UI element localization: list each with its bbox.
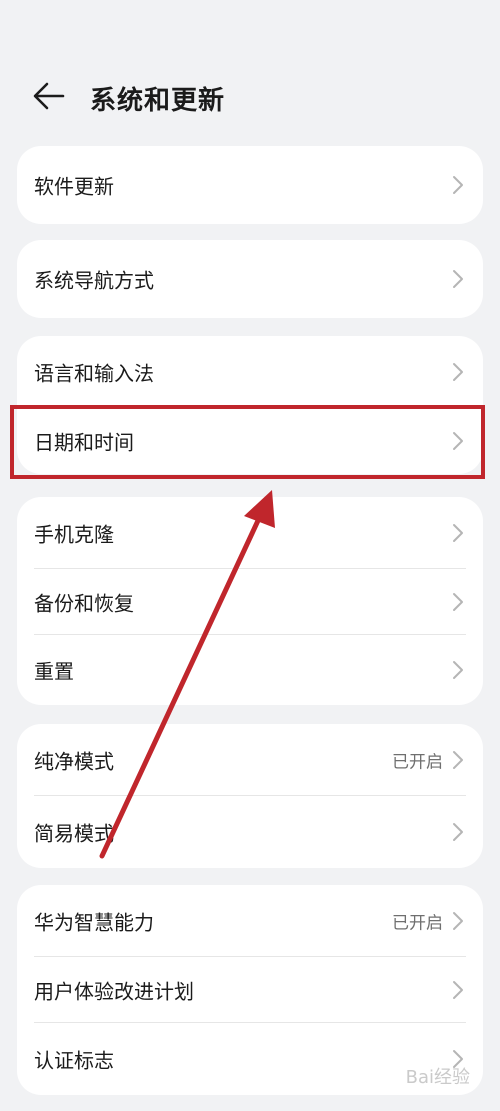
page-title: 系统和更新: [90, 86, 226, 116]
settings-card-backup: 手机克隆 备份和恢复 重置: [17, 497, 483, 705]
chevron-right-icon: [453, 981, 463, 999]
list-item-language-input[interactable]: 语言和输入法: [17, 336, 483, 408]
list-item-pure-mode[interactable]: 纯净模式 已开启: [17, 724, 483, 796]
list-item-label: 日期和时间: [34, 430, 134, 455]
list-item-label: 纯净模式: [34, 749, 114, 774]
list-item-reset[interactable]: 重置: [17, 635, 483, 705]
chevron-right-icon: [453, 593, 463, 611]
chevron-right-icon: [453, 524, 463, 542]
status-text: 已开启: [392, 913, 443, 934]
list-item-label: 重置: [34, 659, 74, 684]
list-item-huawei-assistant[interactable]: 华为智慧能力 已开启: [17, 885, 483, 957]
list-item-label: 认证标志: [34, 1048, 114, 1073]
list-item-label: 手机克隆: [34, 522, 114, 547]
list-item-label: 用户体验改进计划: [34, 979, 194, 1004]
chevron-right-icon: [453, 823, 463, 841]
list-item-system-navigation[interactable]: 系统导航方式: [17, 240, 483, 318]
list-item-backup-restore[interactable]: 备份和恢复: [17, 569, 483, 635]
settings-card-modes: 纯净模式 已开启 简易模式: [17, 724, 483, 868]
chevron-right-icon: [453, 661, 463, 679]
list-item-date-time[interactable]: 日期和时间: [17, 408, 483, 474]
settings-card-language-time: 语言和输入法 日期和时间: [17, 336, 483, 474]
list-item-phone-clone[interactable]: 手机克隆: [17, 497, 483, 569]
list-item-software-update[interactable]: 软件更新: [17, 146, 483, 224]
chevron-right-icon: [453, 176, 463, 194]
list-item-label: 华为智慧能力: [34, 910, 154, 935]
status-text: 已开启: [392, 752, 443, 773]
app-header: 系统和更新: [0, 60, 500, 132]
chevron-right-icon: [453, 912, 463, 930]
settings-card-navigation: 系统导航方式: [17, 240, 483, 318]
list-item-label: 简易模式: [34, 821, 114, 846]
watermark-logo: Bai经验: [405, 1067, 470, 1088]
list-item-label: 语言和输入法: [34, 361, 154, 386]
chevron-right-icon: [453, 432, 463, 450]
list-item-simple-mode[interactable]: 简易模式: [17, 796, 483, 868]
list-item-label: 系统导航方式: [34, 268, 154, 293]
list-item-user-experience[interactable]: 用户体验改进计划: [17, 957, 483, 1023]
list-item-label: 软件更新: [34, 174, 114, 199]
arrow-left-icon[interactable]: [32, 81, 66, 111]
chevron-right-icon: [453, 751, 463, 769]
settings-card-software-update: 软件更新: [17, 146, 483, 224]
chevron-right-icon: [453, 363, 463, 381]
chevron-right-icon: [453, 270, 463, 288]
list-item-label: 备份和恢复: [34, 591, 134, 616]
